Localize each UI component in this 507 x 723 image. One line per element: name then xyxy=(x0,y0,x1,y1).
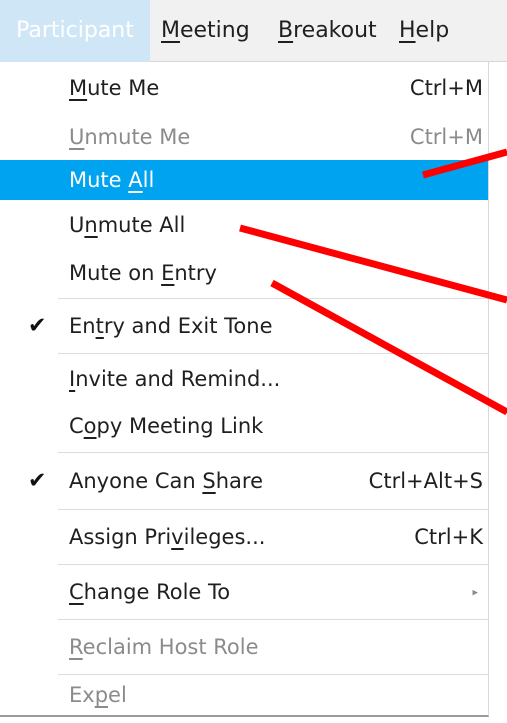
participant-dropdown-menu: Mute Me Ctrl+M Unmute Me Ctrl+M Mute All… xyxy=(0,62,489,717)
menu-meeting-label: Meeting xyxy=(161,18,250,43)
menu-item-unmute-me: Unmute Me Ctrl+M xyxy=(0,114,488,160)
menu-item-label: Unmute Me xyxy=(69,125,191,149)
menu-item-invite-remind[interactable]: Invite and Remind... xyxy=(0,354,488,404)
menu-help-label: Help xyxy=(399,18,450,43)
shortcut-hint: Ctrl+K xyxy=(414,525,483,549)
menu-item-mute-all[interactable]: Mute All xyxy=(0,160,488,200)
menu-item-label: Anyone Can Share xyxy=(69,469,263,493)
menu-item-label: Mute on Entry xyxy=(69,261,217,285)
menu-item-anyone-can-share[interactable]: ✔ Anyone Can Share Ctrl+Alt+S xyxy=(0,453,488,509)
menu-item-label: Unmute All xyxy=(69,213,186,237)
menu-item-label: Expel xyxy=(69,683,127,707)
menu-meeting[interactable]: Meeting xyxy=(161,0,250,62)
app-window: Participant Meeting Breakout Help Mute M… xyxy=(0,0,507,723)
menu-item-assign-privileges[interactable]: Assign Privileges... Ctrl+K xyxy=(0,510,488,564)
menu-item-label: Copy Meeting Link xyxy=(69,414,264,438)
menu-bar: Participant Meeting Breakout Help xyxy=(0,0,507,62)
menu-item-label: Mute Me xyxy=(69,76,160,100)
menu-item-unmute-all[interactable]: Unmute All xyxy=(0,200,488,250)
menu-item-expel: Expel xyxy=(0,675,488,715)
menu-item-label: Reclaim Host Role xyxy=(69,635,259,659)
menu-item-label: Entry and Exit Tone xyxy=(69,314,273,338)
shortcut-hint: Ctrl+Alt+S xyxy=(368,469,483,493)
menu-item-label: Mute All xyxy=(69,168,155,192)
menu-item-label: Assign Privileges... xyxy=(69,525,266,549)
menu-item-reclaim-host-role: Reclaim Host Role xyxy=(0,620,488,674)
shortcut-hint: Ctrl+M xyxy=(409,125,483,149)
submenu-arrow-icon: ▸ xyxy=(472,585,478,599)
menu-item-label: Change Role To xyxy=(69,580,231,604)
menu-item-mute-on-entry[interactable]: Mute on Entry xyxy=(0,250,488,296)
checkmark-icon: ✔ xyxy=(28,468,47,494)
menu-item-label: Invite and Remind... xyxy=(69,367,281,391)
menu-item-change-role[interactable]: Change Role To ▸ xyxy=(0,565,488,619)
menu-item-copy-meeting-link[interactable]: Copy Meeting Link xyxy=(0,404,488,448)
menu-item-entry-exit-tone[interactable]: ✔ Entry and Exit Tone xyxy=(0,299,488,353)
menu-breakout-label: Breakout xyxy=(278,18,377,43)
shortcut-hint: Ctrl+M xyxy=(409,76,483,100)
checkmark-icon: ✔ xyxy=(28,313,47,339)
menu-help[interactable]: Help xyxy=(399,0,449,62)
menu-participant[interactable]: Participant xyxy=(0,0,150,62)
menu-breakout[interactable]: Breakout xyxy=(278,0,377,62)
menu-participant-label: Participant xyxy=(16,18,134,43)
menu-item-mute-me[interactable]: Mute Me Ctrl+M xyxy=(0,62,488,114)
